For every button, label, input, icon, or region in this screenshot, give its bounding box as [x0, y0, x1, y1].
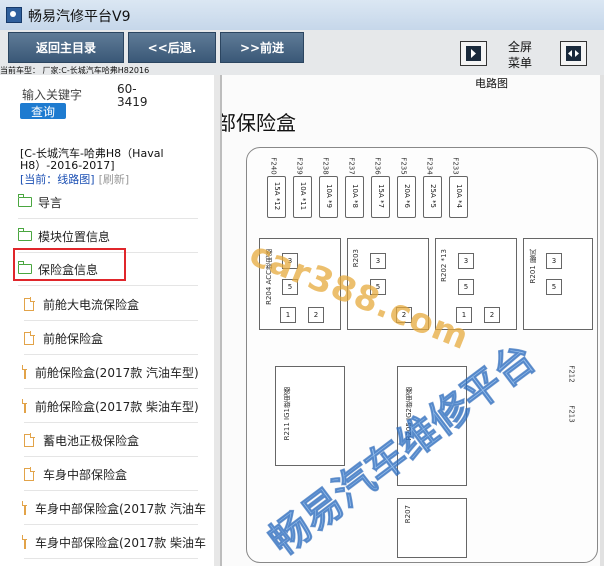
keyword-value-line2: 3419 [117, 95, 148, 109]
keyword-label: 输入关键字 [22, 88, 83, 102]
relay-label: R201 暖风 [529, 249, 537, 284]
relay-r201: R201 暖风 3 5 [523, 238, 593, 330]
document-icon [24, 331, 35, 345]
fuse-code: F240 [269, 157, 278, 175]
expand-icon [566, 46, 581, 61]
window-titlebar: 畅易汽修平台V9 [0, 0, 604, 31]
forward-button[interactable]: >>前进 [220, 32, 304, 63]
tree-doc-item[interactable]: 前舱大电流保险盒 [24, 288, 198, 321]
fuse-code: F236 [373, 157, 382, 175]
fuse: 15A *12 [267, 176, 286, 218]
relay-label: R202 *13 [440, 249, 448, 282]
fuse-code: F238 [321, 157, 330, 175]
tree-doc-item[interactable]: 前舱保险盒 [24, 322, 198, 355]
tree-doc-item[interactable]: 车身中部保险盒 [24, 458, 198, 491]
fullscreen-label-line1: 全屏 [507, 40, 532, 54]
sidebar: 输入关键字 60- 3419 查询 [C-长城汽车-哈弗H8（Haval H8）… [0, 75, 214, 566]
fuse: 10A *11 [293, 176, 312, 218]
folder-icon [17, 228, 32, 241]
relay-pin: 3 [370, 253, 386, 269]
fuse: 10A *8 [345, 176, 364, 218]
fuse-code: F237 [347, 157, 356, 175]
fuse-rating: 10A *8 [351, 184, 359, 208]
relay-pin: 3 [546, 253, 562, 269]
refresh-link[interactable]: [刷新] [99, 173, 130, 186]
home-button[interactable]: 返回主目录 [8, 32, 124, 63]
fuse-code: F212 [567, 365, 576, 383]
toggle-sidebar-button[interactable] [460, 41, 487, 66]
back-button[interactable]: <<后退. [128, 32, 216, 63]
relay-pin: 2 [308, 307, 324, 323]
collapse-icon [466, 46, 481, 61]
document-icon [24, 297, 35, 311]
fuse-code: F235 [399, 157, 408, 175]
tree-item-label: 导言 [38, 195, 63, 210]
tree-doc-item[interactable]: 车身中部保险盒(2017款 柴油车 [21, 526, 206, 559]
fuse-rating: 10A *4 [455, 184, 463, 208]
fuse-rating: 20A *6 [403, 184, 411, 208]
document-icon [24, 467, 35, 481]
tree-doc-item[interactable]: 前舱保险盒(2017款 汽油车型) [21, 356, 199, 389]
tree-item-label: 车身中部保险盒(2017款 汽油车 [35, 501, 207, 516]
fuse: 10A *4 [449, 176, 468, 218]
tree-doc-item[interactable]: 前舱保险盒(2017款 柴油车型) [21, 390, 199, 423]
diagram-scrollbar[interactable] [600, 75, 604, 566]
app-logo-icon [6, 7, 22, 23]
fuse-rating: 10A *11 [299, 181, 307, 211]
relay-pin: 2 [484, 307, 500, 323]
fullscreen-button[interactable] [560, 41, 587, 66]
fuse-rating: 10A *9 [325, 184, 333, 208]
fuse: 25A *5 [423, 176, 442, 218]
document-icon [24, 433, 35, 447]
fullscreen-menu-label[interactable]: 全屏 菜单 [504, 39, 536, 71]
diagram-header: 电路图 [475, 77, 508, 90]
relay-pin: 3 [458, 253, 474, 269]
fuse-code: F239 [295, 157, 304, 175]
fuse: 20A *6 [397, 176, 416, 218]
fuse-rating: 25A *5 [429, 184, 437, 208]
tree-doc-item[interactable]: 蓄电池正极保险盒 [24, 424, 198, 457]
fuse-code: F234 [425, 157, 434, 175]
tree-item-label: 前舱保险盒 [43, 331, 104, 346]
vehicle-model-text: [C-长城汽车-哈弗H8（Haval H8）-2016-2017] [20, 147, 164, 172]
tree-item-label: 蓄电池正极保险盒 [43, 433, 140, 448]
query-button[interactable]: 查询 [20, 103, 66, 119]
relay-pin: 5 [458, 279, 474, 295]
diagram-title: 部保险盒 [222, 111, 296, 135]
tree-doc-item[interactable]: 车身中部保险盒(2017款 汽油车 [21, 492, 206, 525]
relay-label: R211 IG1继电器 [283, 387, 291, 441]
relay-r211: R211 IG1继电器 [275, 366, 345, 466]
document-icon [21, 365, 27, 379]
relay-pin: 5 [546, 279, 562, 295]
tree-item-label: 前舱保险盒(2017款 柴油车型) [35, 399, 199, 414]
selection-highlight [13, 248, 126, 281]
fuse-code: F233 [451, 157, 460, 175]
folder-icon [17, 194, 32, 207]
relay-label: R207 [404, 505, 412, 524]
fuse-rating: 15A *12 [273, 181, 281, 211]
window-title: 畅易汽修平台V9 [28, 9, 131, 25]
document-icon [21, 535, 27, 549]
tree-item-label: 车身中部保险盒 [43, 467, 128, 482]
fuse-code: F213 [567, 405, 576, 423]
tree-folder-intro[interactable]: 导言 [17, 186, 198, 219]
relay-label: R203 [352, 249, 360, 268]
tree-item-label: 前舱保险盒(2017款 汽油车型) [35, 365, 199, 380]
keyword-value[interactable]: 60- 3419 [117, 83, 148, 109]
tree-item-label: 前舱大电流保险盒 [43, 297, 140, 312]
breadcrumb: [当前：线路图] [刷新] [20, 171, 129, 187]
fuse-rating: 15A *7 [377, 184, 385, 208]
document-icon [21, 399, 27, 413]
breadcrumb-current[interactable]: [当前：线路图] [20, 173, 95, 186]
tree-item-label: 车身中部保险盒(2017款 柴油车 [35, 535, 207, 550]
document-icon [21, 501, 27, 515]
relay-pin: 1 [280, 307, 296, 323]
fuse: 15A *7 [371, 176, 390, 218]
tree-item-label: 模块位置信息 [38, 229, 111, 244]
fullscreen-label-line2: 菜单 [507, 56, 532, 70]
fuse: 10A *9 [319, 176, 338, 218]
relay-r207: R207 [397, 498, 467, 558]
